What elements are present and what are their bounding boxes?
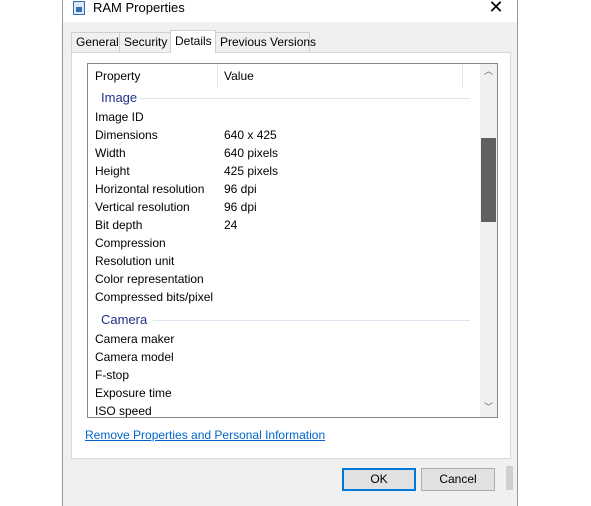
properties-list[interactable]: Property Value Image Image ID Dimensions… bbox=[87, 63, 498, 418]
group-divider bbox=[153, 320, 470, 321]
property-name: Color representation bbox=[95, 272, 204, 286]
details-panel: Property Value Image Image ID Dimensions… bbox=[71, 52, 511, 459]
property-name: Camera maker bbox=[95, 332, 175, 346]
list-header: Property Value bbox=[88, 64, 481, 88]
scroll-down-icon[interactable]: ﹀ bbox=[480, 400, 497, 417]
ok-button[interactable]: OK bbox=[342, 468, 416, 491]
property-name: Bit depth bbox=[95, 218, 143, 232]
list-item[interactable]: Compression bbox=[88, 234, 481, 252]
list-item[interactable]: ISO speed bbox=[88, 402, 481, 418]
resize-grip[interactable] bbox=[506, 466, 513, 490]
column-header-property[interactable]: Property bbox=[95, 69, 140, 83]
group-header-image[interactable]: Image bbox=[101, 90, 137, 106]
list-item[interactable]: Resolution unit bbox=[88, 252, 481, 270]
scroll-up-icon[interactable]: ︿ bbox=[480, 64, 497, 81]
cancel-button[interactable]: Cancel bbox=[421, 468, 495, 491]
list-item[interactable]: Dimensions 640 x 425 bbox=[88, 126, 481, 144]
list-item[interactable]: Height 425 pixels bbox=[88, 162, 481, 180]
group-header-camera[interactable]: Camera bbox=[101, 312, 147, 328]
list-item[interactable]: Compressed bits/pixel bbox=[88, 288, 481, 306]
property-name: ISO speed bbox=[95, 404, 152, 418]
properties-dialog: RAM Properties ✕ General Security Detail… bbox=[62, 0, 518, 506]
window-title: RAM Properties bbox=[93, 0, 185, 15]
property-name: Horizontal resolution bbox=[95, 182, 205, 196]
property-value: 96 dpi bbox=[224, 200, 257, 214]
list-item[interactable]: Camera model bbox=[88, 348, 481, 366]
property-name: Exposure time bbox=[95, 386, 172, 400]
property-name: Camera model bbox=[95, 350, 174, 364]
property-name: F-stop bbox=[95, 368, 130, 382]
property-name: Height bbox=[95, 164, 130, 178]
property-value: 640 pixels bbox=[224, 146, 279, 160]
property-name: Compression bbox=[95, 236, 166, 250]
property-name: Compressed bits/pixel bbox=[95, 290, 214, 304]
list-item[interactable]: Horizontal resolution 96 dpi bbox=[88, 180, 481, 198]
file-properties-icon bbox=[73, 1, 85, 15]
list-item[interactable]: Image ID bbox=[88, 108, 481, 126]
property-name: Vertical resolution bbox=[95, 200, 190, 214]
scroll-thumb[interactable] bbox=[481, 138, 496, 222]
list-item[interactable]: Color representation bbox=[88, 270, 481, 288]
list-item[interactable]: F-stop bbox=[88, 366, 481, 384]
title-bar[interactable]: RAM Properties ✕ bbox=[63, 0, 517, 22]
remove-properties-link[interactable]: Remove Properties and Personal Informati… bbox=[85, 428, 325, 442]
tab-previous-versions[interactable]: Previous Versions bbox=[215, 32, 316, 52]
column-divider[interactable] bbox=[217, 64, 218, 88]
property-name: Resolution unit bbox=[95, 254, 175, 268]
tab-general[interactable]: General bbox=[71, 32, 120, 52]
list-item[interactable]: Bit depth 24 bbox=[88, 216, 481, 234]
column-divider-end[interactable] bbox=[462, 64, 463, 88]
list-item[interactable]: Vertical resolution 96 dpi bbox=[88, 198, 481, 216]
tab-details[interactable]: Details bbox=[170, 30, 216, 53]
list-item[interactable]: Exposure time bbox=[88, 384, 481, 402]
vertical-scrollbar[interactable]: ︿ ﹀ bbox=[480, 64, 497, 417]
list-item[interactable]: Width 640 pixels bbox=[88, 144, 481, 162]
group-divider bbox=[140, 98, 470, 99]
property-name: Dimensions bbox=[95, 128, 158, 142]
property-value: 24 bbox=[224, 218, 238, 232]
property-name: Width bbox=[95, 146, 126, 160]
property-value: 96 dpi bbox=[224, 182, 257, 196]
property-value: 640 x 425 bbox=[224, 128, 277, 142]
property-value: 425 pixels bbox=[224, 164, 279, 178]
list-item[interactable]: Camera maker bbox=[88, 330, 481, 348]
column-header-value[interactable]: Value bbox=[224, 69, 254, 83]
close-button[interactable]: ✕ bbox=[483, 0, 509, 19]
tab-security[interactable]: Security bbox=[119, 32, 171, 52]
property-name: Image ID bbox=[95, 110, 144, 124]
